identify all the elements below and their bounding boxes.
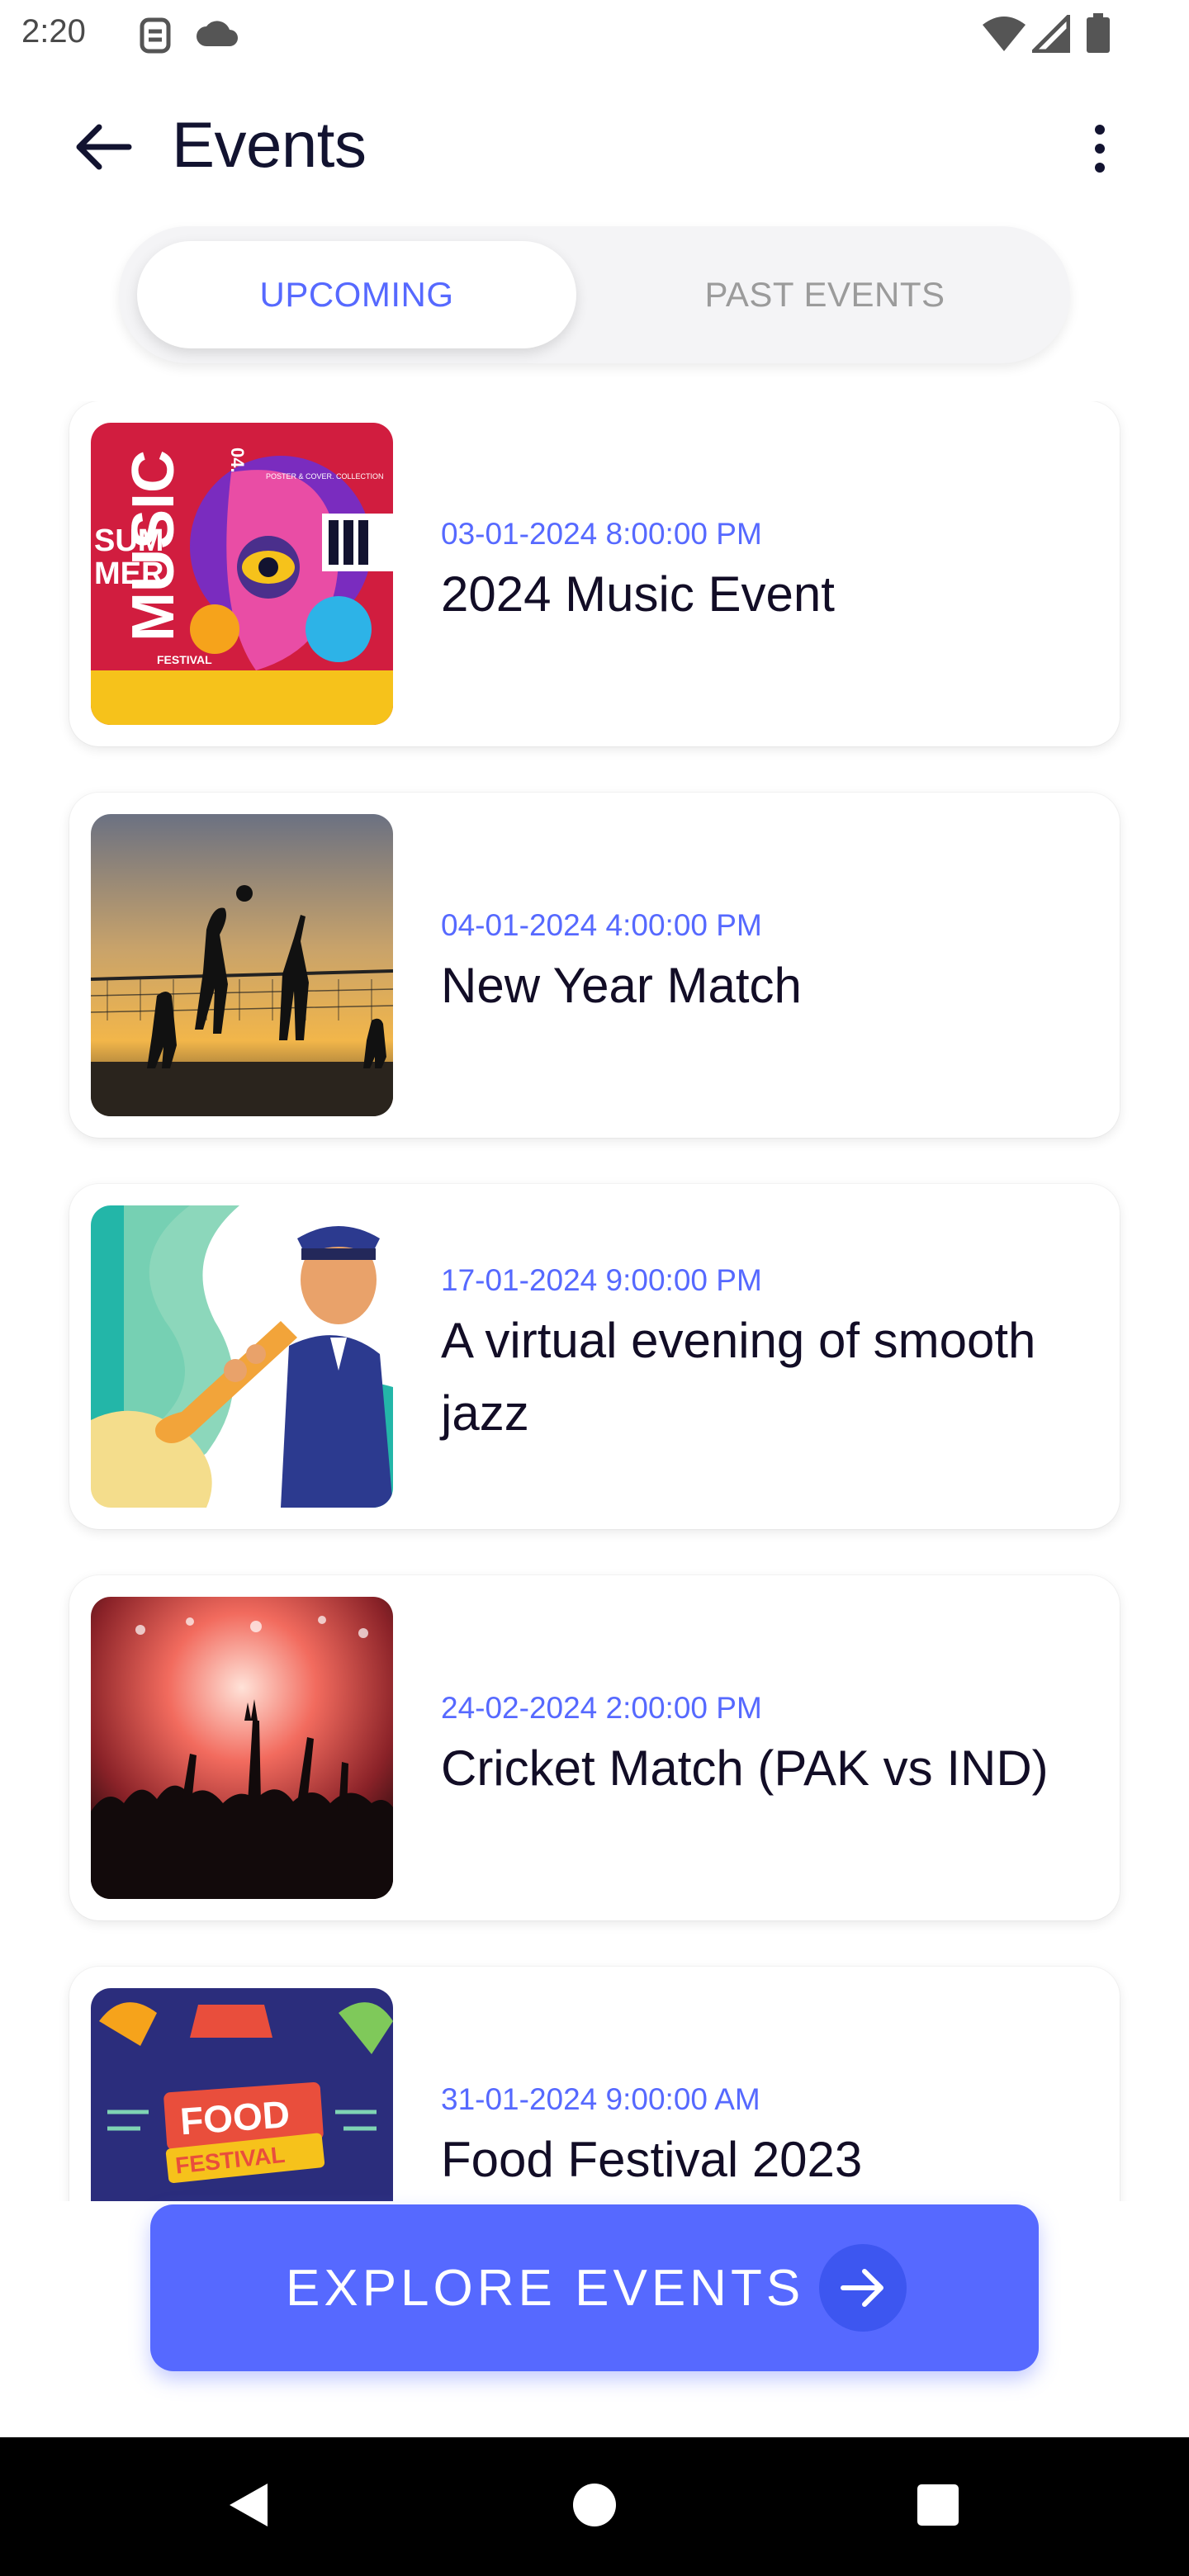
event-date: 31-01-2024 9:00:00 AM: [441, 2082, 760, 2116]
signal-icon: [1028, 11, 1071, 57]
event-date: 04-01-2024 4:00:00 PM: [441, 908, 762, 942]
nav-home-button[interactable]: [553, 2465, 636, 2548]
svg-text:04.: 04.: [227, 447, 248, 473]
battery-icon: [1087, 13, 1110, 57]
cloud-icon: [195, 20, 239, 54]
nav-back-button[interactable]: [206, 2465, 289, 2548]
arrow-left-icon: [74, 122, 132, 176]
event-text: 17-01-2024 9:00:00 PM A virtual evening …: [441, 1184, 1085, 1529]
arrow-right-icon: [819, 2244, 907, 2332]
event-date: 17-01-2024 9:00:00 PM: [441, 1263, 762, 1297]
more-dot: [1095, 163, 1105, 173]
event-card[interactable]: 17-01-2024 9:00:00 PM A virtual evening …: [69, 1184, 1120, 1529]
home-circle-icon: [571, 2482, 618, 2532]
event-thumbnail-volleyball: [91, 814, 393, 1116]
page-title: Events: [172, 108, 367, 181]
nav-recents-button[interactable]: [897, 2465, 979, 2548]
tab-past-events[interactable]: PAST EVENTS: [598, 241, 1052, 348]
more-vertical-icon: [1095, 125, 1105, 135]
app-bar: Events: [0, 99, 1189, 197]
svg-text:FOOD: FOOD: [178, 2092, 291, 2143]
event-list[interactable]: SUM MER MUSIC FESTIVAL 04. POSTER & COVE…: [0, 401, 1189, 2201]
sim-icon: [139, 17, 172, 59]
event-thumbnail-music: SUM MER MUSIC FESTIVAL 04. POSTER & COVE…: [91, 423, 393, 725]
event-date: 03-01-2024 8:00:00 PM: [441, 517, 762, 551]
event-card[interactable]: FOOD FESTIVAL 31-01-2024 9:00:00 AM Food…: [69, 1967, 1120, 2201]
event-title: 2024 Music Event: [441, 566, 835, 622]
explore-events-button[interactable]: EXPLORE EVENTS: [150, 2204, 1039, 2371]
event-text: 04-01-2024 4:00:00 PM New Year Match: [441, 793, 1085, 1138]
event-card[interactable]: 24-02-2024 2:00:00 PM Cricket Match (PAK…: [69, 1575, 1120, 1920]
event-text: 24-02-2024 2:00:00 PM Cricket Match (PAK…: [441, 1575, 1085, 1920]
event-text: 31-01-2024 9:00:00 AM Food Festival 2023: [441, 1967, 1085, 2201]
svg-text:POSTER & COVER. COLLECTION: POSTER & COVER. COLLECTION: [266, 472, 384, 481]
events-tab-switch: UPCOMING PAST EVENTS: [119, 226, 1070, 363]
event-title: A virtual evening of smooth jazz: [441, 1313, 1036, 1441]
event-thumbnail-food: FOOD FESTIVAL: [91, 1988, 393, 2201]
back-button[interactable]: [66, 116, 140, 182]
svg-text:FESTIVAL: FESTIVAL: [157, 653, 212, 666]
event-thumbnail-jazz: [91, 1205, 393, 1508]
event-card[interactable]: SUM MER MUSIC FESTIVAL 04. POSTER & COVE…: [69, 401, 1120, 746]
event-text: 03-01-2024 8:00:00 PM 2024 Music Event: [441, 401, 1085, 746]
system-nav-bar: [0, 2437, 1189, 2576]
more-dot: [1095, 144, 1105, 154]
event-title: New Year Match: [441, 958, 802, 1013]
status-time: 2:20: [21, 13, 86, 50]
event-date: 24-02-2024 2:00:00 PM: [441, 1691, 762, 1725]
more-options-button[interactable]: [1073, 116, 1126, 182]
wifi-icon: [981, 15, 1027, 57]
back-triangle-icon: [225, 2480, 271, 2534]
event-title: Cricket Match (PAK vs IND): [441, 1740, 1049, 1796]
event-thumbnail-concert: [91, 1597, 393, 1899]
explore-events-label: EXPLORE EVENTS: [286, 2259, 805, 2317]
event-title: Food Festival 2023: [441, 2132, 863, 2187]
svg-text:MUSIC: MUSIC: [121, 450, 187, 642]
event-card[interactable]: 04-01-2024 4:00:00 PM New Year Match: [69, 793, 1120, 1138]
tab-upcoming[interactable]: UPCOMING: [137, 241, 576, 348]
recents-square-icon: [916, 2483, 960, 2531]
status-bar: 2:20: [0, 0, 1189, 73]
